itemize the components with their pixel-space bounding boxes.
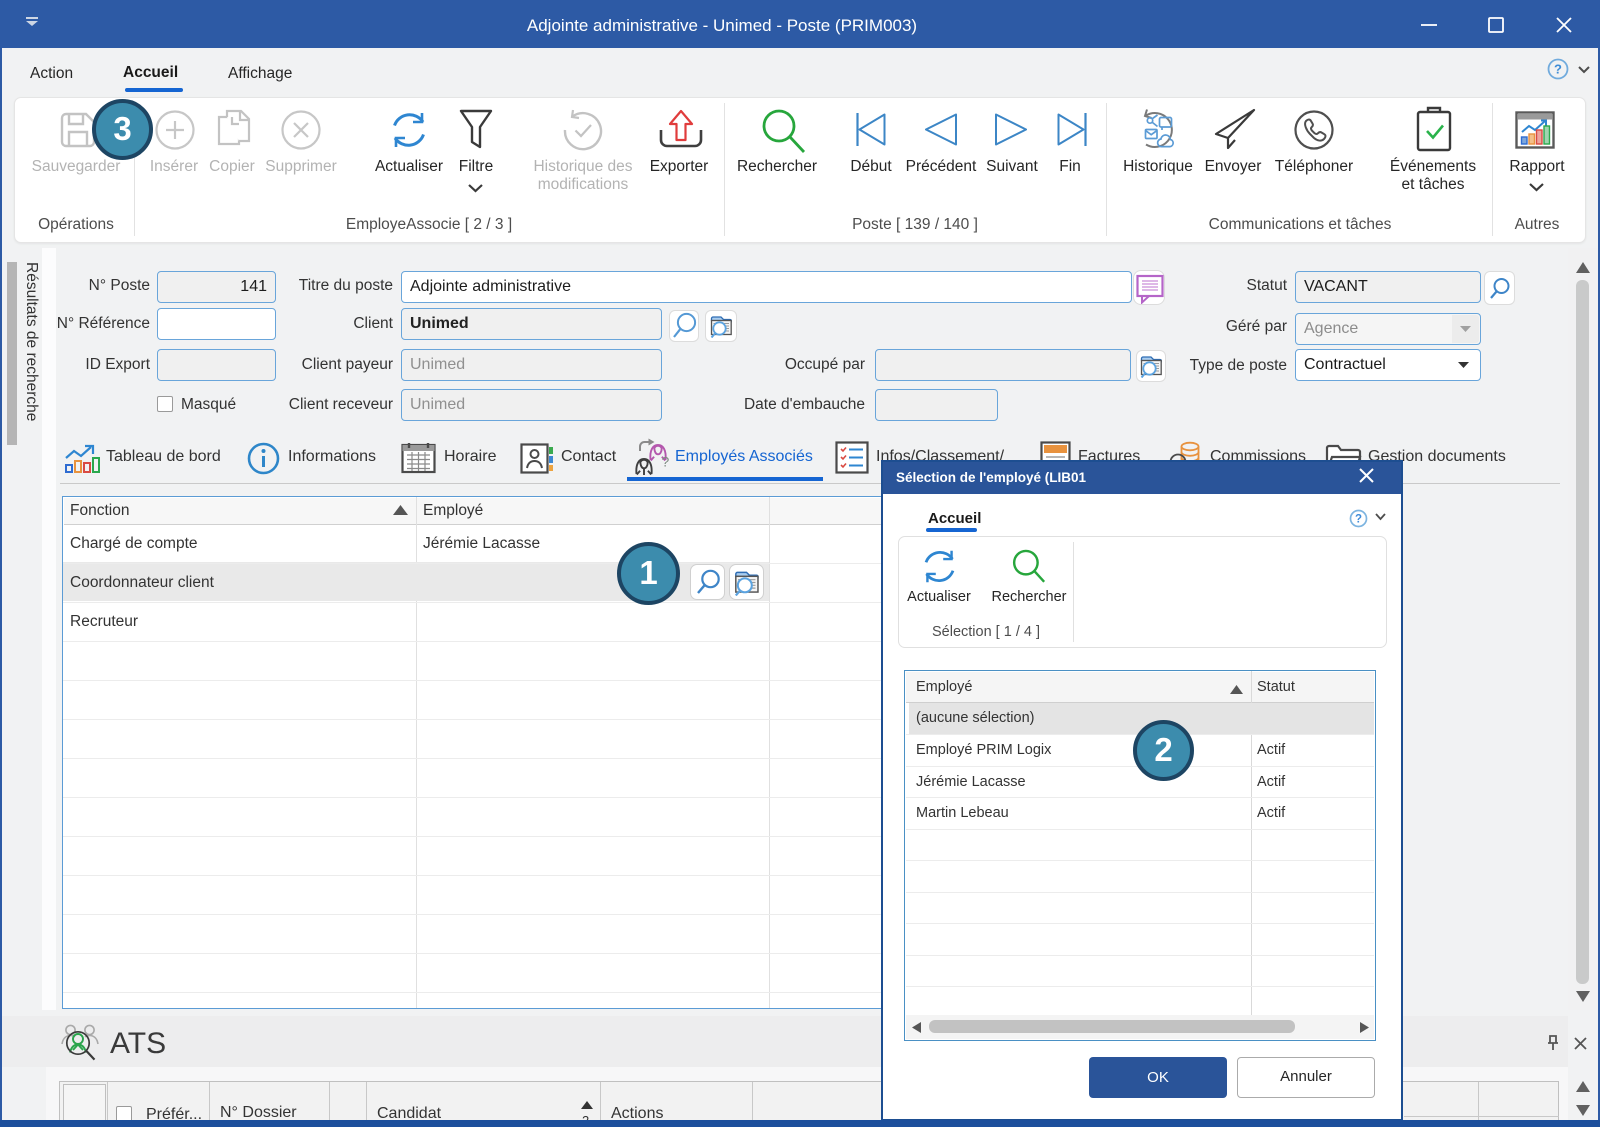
svg-text:?: ? — [1554, 62, 1562, 77]
svg-text:?: ? — [1355, 514, 1362, 526]
svg-text:?: ? — [662, 454, 670, 470]
